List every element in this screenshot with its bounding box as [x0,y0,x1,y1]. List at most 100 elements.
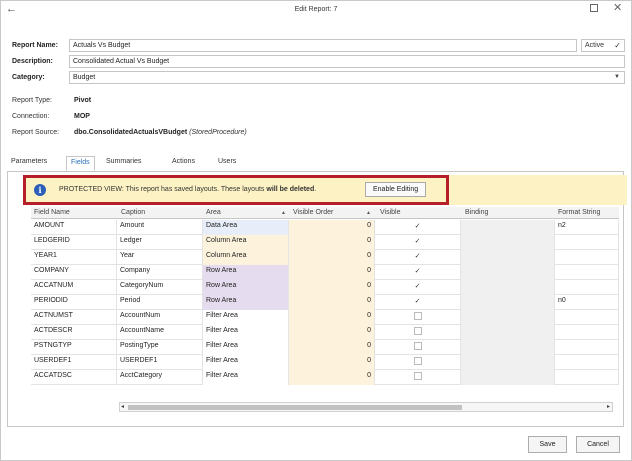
binding-cell[interactable] [461,370,555,385]
checkbox[interactable] [413,342,422,350]
column-header-format-string[interactable]: Format String [558,209,600,219]
table-row[interactable]: PSTNGTYP PostingType Filter Area 0 [31,340,619,355]
format-string-cell[interactable] [555,235,619,250]
area-cell[interactable]: Column Area [203,250,289,265]
caption-cell[interactable]: AcctCategory [117,370,203,385]
checkbox[interactable] [413,372,422,380]
field-name-cell[interactable]: USERDEF1 [31,355,117,370]
visible-order-cell[interactable]: 0 [289,235,375,250]
column-header-visible[interactable]: Visible [380,209,401,219]
caption-cell[interactable]: Amount [117,220,203,235]
area-cell[interactable]: Row Area [203,280,289,295]
caption-cell[interactable]: Ledger [117,235,203,250]
table-row[interactable]: COMPANY Company Row Area 0 ✓ [31,265,619,280]
table-row[interactable]: PERIODID Period Row Area 0 ✓ n0 [31,295,619,310]
visible-order-cell[interactable]: 0 [289,220,375,235]
column-header-area[interactable]: Area [206,209,221,219]
area-cell[interactable]: Filter Area [203,310,289,325]
binding-cell[interactable] [461,235,555,250]
save-button[interactable]: Save [528,436,567,453]
field-name-cell[interactable]: AMOUNT [31,220,117,235]
area-cell[interactable]: Filter Area [203,370,289,385]
tab-actions[interactable]: Actions [168,156,199,171]
caption-cell[interactable]: Year [117,250,203,265]
format-string-cell[interactable] [555,355,619,370]
checkbox[interactable] [413,357,422,365]
visible-order-cell[interactable]: 0 [289,295,375,310]
tab-summaries[interactable]: Summaries [102,156,145,171]
enable-editing-button[interactable]: Enable Editing [365,182,427,197]
field-name-cell[interactable]: ACCATNUM [31,280,117,295]
visible-cell[interactable]: ✓ [375,250,461,265]
visible-cell[interactable] [375,370,461,385]
visible-cell[interactable] [375,340,461,355]
caption-cell[interactable]: Period [117,295,203,310]
checkbox[interactable] [413,312,422,320]
checkmark-icon[interactable]: ✓ [414,237,422,245]
visible-cell[interactable]: ✓ [375,265,461,280]
checkmark-icon[interactable]: ✓ [414,267,422,275]
field-name-cell[interactable]: ACCATDSC [31,370,117,385]
scroll-right-icon[interactable]: ▸ [607,403,610,410]
binding-cell[interactable] [461,340,555,355]
binding-cell[interactable] [461,355,555,370]
format-string-cell[interactable] [555,325,619,340]
area-cell[interactable]: Filter Area [203,340,289,355]
visible-order-cell[interactable]: 0 [289,250,375,265]
close-icon[interactable]: ✕ [613,1,622,14]
field-name-cell[interactable]: PERIODID [31,295,117,310]
checkmark-icon[interactable]: ✓ [414,297,422,305]
caption-cell[interactable]: CategoryNum [117,280,203,295]
binding-cell[interactable] [461,250,555,265]
table-row[interactable]: YEAR1 Year Column Area 0 ✓ [31,250,619,265]
checkbox[interactable] [413,327,422,335]
format-string-cell[interactable] [555,280,619,295]
area-cell[interactable]: Filter Area [203,355,289,370]
table-row[interactable]: ACCATDSC AcctCategory Filter Area 0 [31,370,619,385]
binding-cell[interactable] [461,220,555,235]
table-row[interactable]: LEDGERID Ledger Column Area 0 ✓ [31,235,619,250]
field-name-cell[interactable]: LEDGERID [31,235,117,250]
cancel-button[interactable]: Cancel [576,436,620,453]
area-cell[interactable]: Row Area [203,265,289,280]
binding-cell[interactable] [461,280,555,295]
active-checkbox[interactable]: Active ✓ [581,39,625,52]
caption-cell[interactable]: AccountName [117,325,203,340]
format-string-cell[interactable] [555,265,619,280]
visible-cell[interactable]: ✓ [375,280,461,295]
area-cell[interactable]: Data Area [203,220,289,235]
caption-cell[interactable]: Company [117,265,203,280]
field-name-cell[interactable]: ACTDESCR [31,325,117,340]
visible-cell[interactable]: ✓ [375,235,461,250]
column-header-binding[interactable]: Binding [465,209,488,219]
area-cell[interactable]: Filter Area [203,325,289,340]
tab-users[interactable]: Users [214,156,240,171]
table-row[interactable]: AMOUNT Amount Data Area 0 ✓ n2 [31,220,619,235]
format-string-cell[interactable] [555,340,619,355]
column-header-caption[interactable]: Caption [121,209,145,219]
description-field[interactable]: Consolidated Actual Vs Budget [69,55,625,68]
field-name-cell[interactable]: ACTNUMST [31,310,117,325]
visible-order-cell[interactable]: 0 [289,340,375,355]
format-string-cell[interactable] [555,370,619,385]
format-string-cell[interactable]: n0 [555,295,619,310]
visible-cell[interactable] [375,310,461,325]
area-cell[interactable]: Row Area [203,295,289,310]
checkmark-icon[interactable]: ✓ [414,252,422,260]
visible-cell[interactable]: ✓ [375,220,461,235]
caption-cell[interactable]: AccountNum [117,310,203,325]
binding-cell[interactable] [461,295,555,310]
maximize-icon[interactable] [590,4,598,12]
category-dropdown[interactable]: Budget ▼ [69,71,625,84]
tab-fields[interactable]: Fields [66,156,95,171]
visible-order-cell[interactable]: 0 [289,265,375,280]
visible-order-cell[interactable]: 0 [289,355,375,370]
caption-cell[interactable]: USERDEF1 [117,355,203,370]
visible-order-cell[interactable]: 0 [289,325,375,340]
column-header-field-name[interactable]: Field Name [34,209,70,219]
tab-parameters[interactable]: Parameters [7,156,51,171]
scrollbar-thumb[interactable] [128,405,462,410]
column-header-visible-order[interactable]: Visible Order [293,209,333,219]
table-row[interactable]: ACTNUMST AccountNum Filter Area 0 [31,310,619,325]
field-name-cell[interactable]: COMPANY [31,265,117,280]
